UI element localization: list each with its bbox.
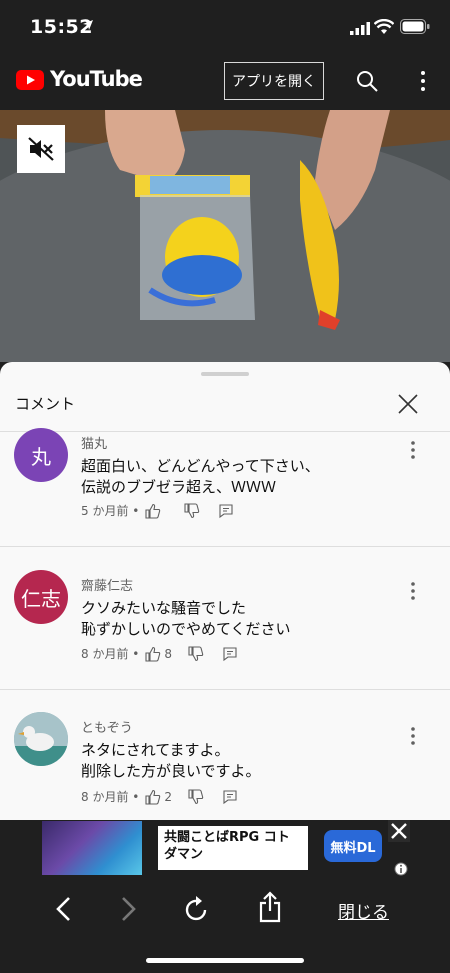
comment-author[interactable]: 猫丸 (81, 433, 107, 452)
avatar[interactable]: 仁志 (14, 570, 68, 624)
comment-text-line: 恥ずかしいのでやめてください (81, 620, 291, 638)
battery-icon (400, 19, 430, 34)
drag-handle[interactable] (201, 372, 249, 376)
avatar[interactable] (14, 712, 68, 766)
thumbs-down-icon[interactable] (188, 788, 204, 805)
location-arrow-icon (83, 20, 93, 30)
ad-title[interactable]: 共闘ことばRPG コトダマン (158, 826, 308, 870)
comment-text-line: ネタにされてますよ。 (81, 741, 230, 759)
video-player[interactable] (0, 110, 450, 362)
thumbs-up-icon[interactable] (145, 646, 161, 662)
like-count: 2 (164, 789, 172, 804)
mute-toggle-button[interactable] (17, 125, 65, 173)
comment-text-line: 超面白い、どんどんやって下さい、 (81, 457, 320, 475)
comment-text-line: クソみたいな騒音でした (81, 599, 247, 617)
thumbs-down-icon[interactable] (184, 502, 200, 519)
comment-author[interactable]: 齋藤仁志 (81, 575, 133, 594)
reply-icon[interactable] (222, 789, 238, 805)
reply-icon[interactable] (218, 503, 234, 519)
video-frame-image (0, 110, 450, 362)
reply-icon[interactable] (222, 646, 238, 662)
comment-menu-icon[interactable] (409, 440, 417, 460)
wifi-icon (374, 19, 394, 34)
like-count: 8 (164, 646, 172, 661)
youtube-logo-icon[interactable] (16, 70, 44, 90)
open-app-button[interactable]: アプリを開く (224, 62, 324, 100)
share-icon[interactable] (258, 891, 282, 923)
comment-item: ともぞう ネタにされてますよ。 削除した方が良いですよ。 8 か月前 • 2 (0, 690, 450, 820)
ad-game-image[interactable] (42, 821, 142, 875)
home-indicator[interactable] (146, 958, 304, 963)
comment-item: 仁志 齋藤仁志 クソみたいな騒音でした 恥ずかしいのでやめてください 8 か月前… (0, 547, 450, 689)
comment-age: 8 か月前 • (81, 647, 140, 661)
comment-age: 8 か月前 • (81, 790, 140, 804)
ad-close-icon[interactable] (388, 820, 410, 842)
comment-meta: 8 か月前 • 2 (81, 788, 238, 805)
comment-meta: 8 か月前 • 8 (81, 645, 238, 662)
reload-icon[interactable] (184, 894, 210, 922)
ad-info-icon[interactable] (394, 862, 408, 876)
search-icon[interactable] (356, 70, 378, 92)
comment-text-line: 伝説のブブゼラ超え、ＷＷＷ (81, 478, 277, 496)
comment-meta: 5 か月前 • (81, 502, 234, 519)
comment-text-line: 削除した方が良いですよ。 (81, 762, 261, 780)
back-arrow-icon[interactable] (54, 896, 74, 922)
comment-item: 丸 猫丸 超面白い、どんどんやって下さい、 伝説のブブゼラ超え、ＷＷＷ 5 か月… (0, 428, 450, 546)
close-icon[interactable] (396, 392, 420, 416)
comment-age: 5 か月前 • (81, 504, 140, 518)
avatar-photo (14, 712, 68, 766)
youtube-wordmark[interactable]: YouTube (50, 67, 143, 91)
comment-menu-icon[interactable] (409, 726, 417, 746)
comments-title: コメント (15, 395, 76, 413)
ad-download-button[interactable]: 無料DL (324, 830, 382, 862)
thumbs-up-icon[interactable] (145, 789, 161, 805)
cellular-signal-icon (350, 22, 370, 35)
volume-muted-icon (28, 137, 54, 161)
comment-author[interactable]: ともぞう (81, 717, 133, 736)
forward-arrow-icon[interactable] (118, 896, 138, 922)
comment-menu-icon[interactable] (409, 581, 417, 601)
close-browser-link[interactable]: 閉じる (338, 898, 389, 923)
avatar[interactable]: 丸 (14, 428, 68, 482)
more-options-icon[interactable] (412, 70, 434, 92)
thumbs-up-icon[interactable] (145, 503, 161, 519)
thumbs-down-icon[interactable] (188, 645, 204, 662)
